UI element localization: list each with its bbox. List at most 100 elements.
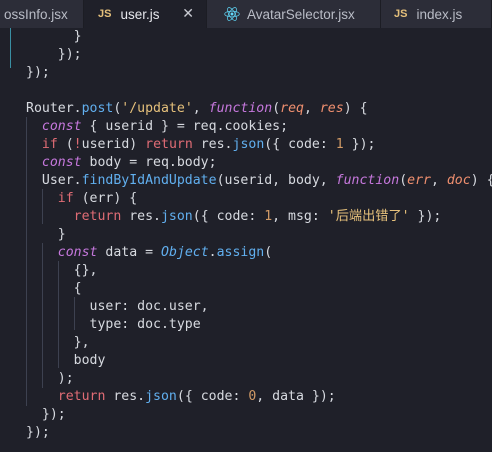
code-token: assign — [216, 245, 265, 260]
code-editor[interactable]: } });}); Router.post('/update', function(… — [0, 28, 492, 452]
code-token: res. — [192, 137, 233, 152]
code-token: Object — [161, 245, 209, 260]
code-token: function — [335, 173, 400, 188]
code-token: ! — [73, 137, 82, 152]
code-line: if (err) { — [26, 190, 137, 208]
code-token: }); — [26, 65, 50, 80]
code-token: }); — [26, 407, 66, 422]
code-token: ({ code: — [264, 137, 336, 152]
js-file-icon: JS — [394, 8, 408, 20]
code-token: '/update' — [121, 101, 193, 116]
code-token: 1 — [264, 209, 273, 224]
tab-avatar-selector[interactable]: AvatarSelector.jsx — [207, 0, 381, 28]
code-token: { — [26, 281, 82, 296]
code-token: }); — [26, 425, 50, 440]
code-token: (err) { — [73, 191, 138, 206]
code-token: }); — [26, 47, 82, 62]
code-token: (userid, body, — [216, 173, 336, 188]
code-token: { userid } = req.cookies; — [81, 119, 289, 134]
code-token: data = — [97, 245, 161, 260]
code-line: return res.json({ code: 0, data }); — [26, 388, 336, 406]
tab-label: AvatarSelector.jsx — [247, 6, 355, 22]
code-line: User.findByIdAndUpdate(userid, body, fun… — [26, 172, 492, 190]
code-line: if (!userid) return res.json({ code: 1 }… — [26, 136, 376, 154]
code-token: json — [145, 389, 177, 404]
code-token: user: doc.user, — [26, 299, 209, 314]
code-token: post — [81, 101, 114, 116]
tab-label: index.js — [416, 6, 463, 22]
tab-ossinfo[interactable]: ossInfo.jsx — [0, 0, 84, 28]
code-line: }); — [26, 46, 82, 64]
code-token: ( — [272, 101, 281, 116]
code-token: User. — [26, 173, 82, 188]
code-token: if — [41, 137, 58, 152]
code-token: 1 — [335, 137, 344, 152]
tab-user-js[interactable]: JS user.js ✕ — [84, 0, 207, 28]
close-icon[interactable]: ✕ — [182, 6, 194, 22]
code-token: const — [57, 245, 98, 260]
code-token: ( — [399, 173, 408, 188]
code-line: { — [26, 280, 82, 298]
indent-guide — [10, 28, 11, 68]
code-line: const { userid } = req.cookies; — [26, 118, 288, 136]
code-line: } — [26, 226, 66, 244]
code-token: const — [41, 119, 82, 134]
code-token: ) { — [470, 173, 492, 188]
code-token: } — [26, 29, 82, 44]
code-line: user: doc.user, — [26, 298, 209, 316]
code-line: }); — [26, 424, 50, 442]
code-token: . — [208, 245, 217, 260]
code-line: Router.post('/update', function(req, res… — [26, 100, 368, 118]
code-token: if — [57, 191, 74, 206]
code-token: ( — [264, 245, 273, 260]
code-token: json — [232, 137, 265, 152]
code-token: , — [303, 101, 320, 116]
code-token: return — [57, 389, 106, 404]
code-token: , — [430, 173, 447, 188]
code-token: res — [319, 101, 344, 116]
code-token: body = req.body; — [81, 155, 217, 170]
react-icon — [224, 7, 240, 21]
code-line: ); — [26, 370, 74, 388]
code-token: req — [280, 101, 304, 116]
code-token: ) { — [343, 101, 368, 116]
code-token: ( — [57, 137, 74, 152]
code-line: }); — [26, 64, 50, 82]
code-token: , msg: — [272, 209, 328, 224]
code-token: res. — [105, 389, 146, 404]
code-token: type: doc.type — [26, 317, 201, 332]
code-token: }, — [26, 335, 90, 350]
code-token: } — [26, 227, 66, 242]
code-line: const body = req.body; — [26, 154, 217, 172]
code-token: doc — [446, 173, 471, 188]
code-token: , data }); — [256, 389, 336, 404]
code-token: return — [73, 209, 122, 224]
code-token: json — [160, 209, 193, 224]
code-token: return — [145, 137, 193, 152]
code-token: ({ code: — [176, 389, 249, 404]
tab-label: user.js — [120, 6, 160, 22]
code-line: return res.json({ code: 1, msg: '后端出错了' … — [26, 208, 442, 226]
code-line: const data = Object.assign( — [26, 244, 272, 262]
code-token: }); — [409, 209, 442, 224]
code-token: ); — [26, 371, 74, 386]
code-line: {}, — [26, 262, 98, 280]
tab-index-js[interactable]: JS index.js — [381, 0, 492, 28]
editor-window: ossInfo.jsx JS user.js ✕ AvatarSelector.… — [0, 0, 492, 452]
code-token: res. — [121, 209, 161, 224]
code-token: body — [26, 353, 106, 368]
code-token: findByIdAndUpdate — [81, 173, 217, 188]
code-token: ({ code: — [192, 209, 265, 224]
code-token: Router. — [26, 101, 82, 116]
code-token: }); — [343, 137, 376, 152]
tab-bar: ossInfo.jsx JS user.js ✕ AvatarSelector.… — [0, 0, 492, 28]
code-line: } — [26, 28, 82, 46]
code-token: '后端出错了' — [327, 209, 410, 224]
code-token: {}, — [26, 263, 98, 278]
code-token: err — [407, 173, 431, 188]
